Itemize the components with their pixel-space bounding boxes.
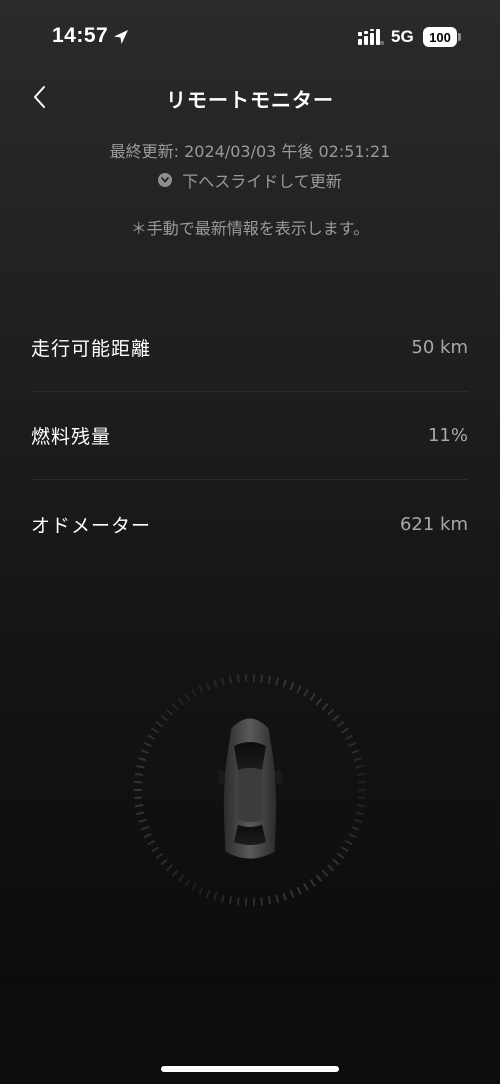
signal-bars-icon: [358, 29, 384, 45]
car-top-view-icon: [134, 674, 366, 906]
odometer-row: オドメーター 621 km: [31, 480, 468, 568]
range-value: 50 km: [411, 337, 468, 358]
page-title: リモートモニター: [166, 88, 334, 112]
pull-to-refresh-hint: 下へスライドして更新: [0, 168, 500, 192]
vehicle-info-list: 走行可能距離 50 km 燃料残量 11% オドメーター 621 km: [31, 304, 468, 568]
odometer-label: オドメーター: [31, 514, 152, 537]
status-bar: 14:57 5G 100: [0, 0, 500, 74]
fuel-level-label: 燃料残量: [31, 426, 112, 448]
fuel-level-value: 11%: [427, 425, 468, 446]
status-time: 14:57: [52, 24, 109, 47]
pull-hint-text: 下へスライドして更新: [182, 172, 342, 191]
manual-refresh-note: ＊手動で最新情報を表示します。: [130, 219, 370, 238]
home-indicator[interactable]: [161, 1066, 339, 1072]
odometer-value: 621 km: [399, 513, 468, 535]
location-arrow-icon: [114, 30, 128, 44]
last-updated-text: 最終更新: 2024/03/03 午後 02:51:21: [109, 142, 391, 161]
chevron-down-icon: [158, 173, 173, 187]
battery-level: 100: [429, 29, 451, 45]
battery-indicator: 100: [423, 27, 457, 47]
network-label: 5G: [391, 27, 414, 46]
fuel-level-row: 燃料残量 11%: [31, 392, 468, 480]
range-label: 走行可能距離: [31, 338, 152, 360]
range-row: 走行可能距離 50 km: [31, 304, 468, 392]
battery-tip: [458, 33, 461, 41]
vehicle-status-graphic: [130, 670, 370, 910]
